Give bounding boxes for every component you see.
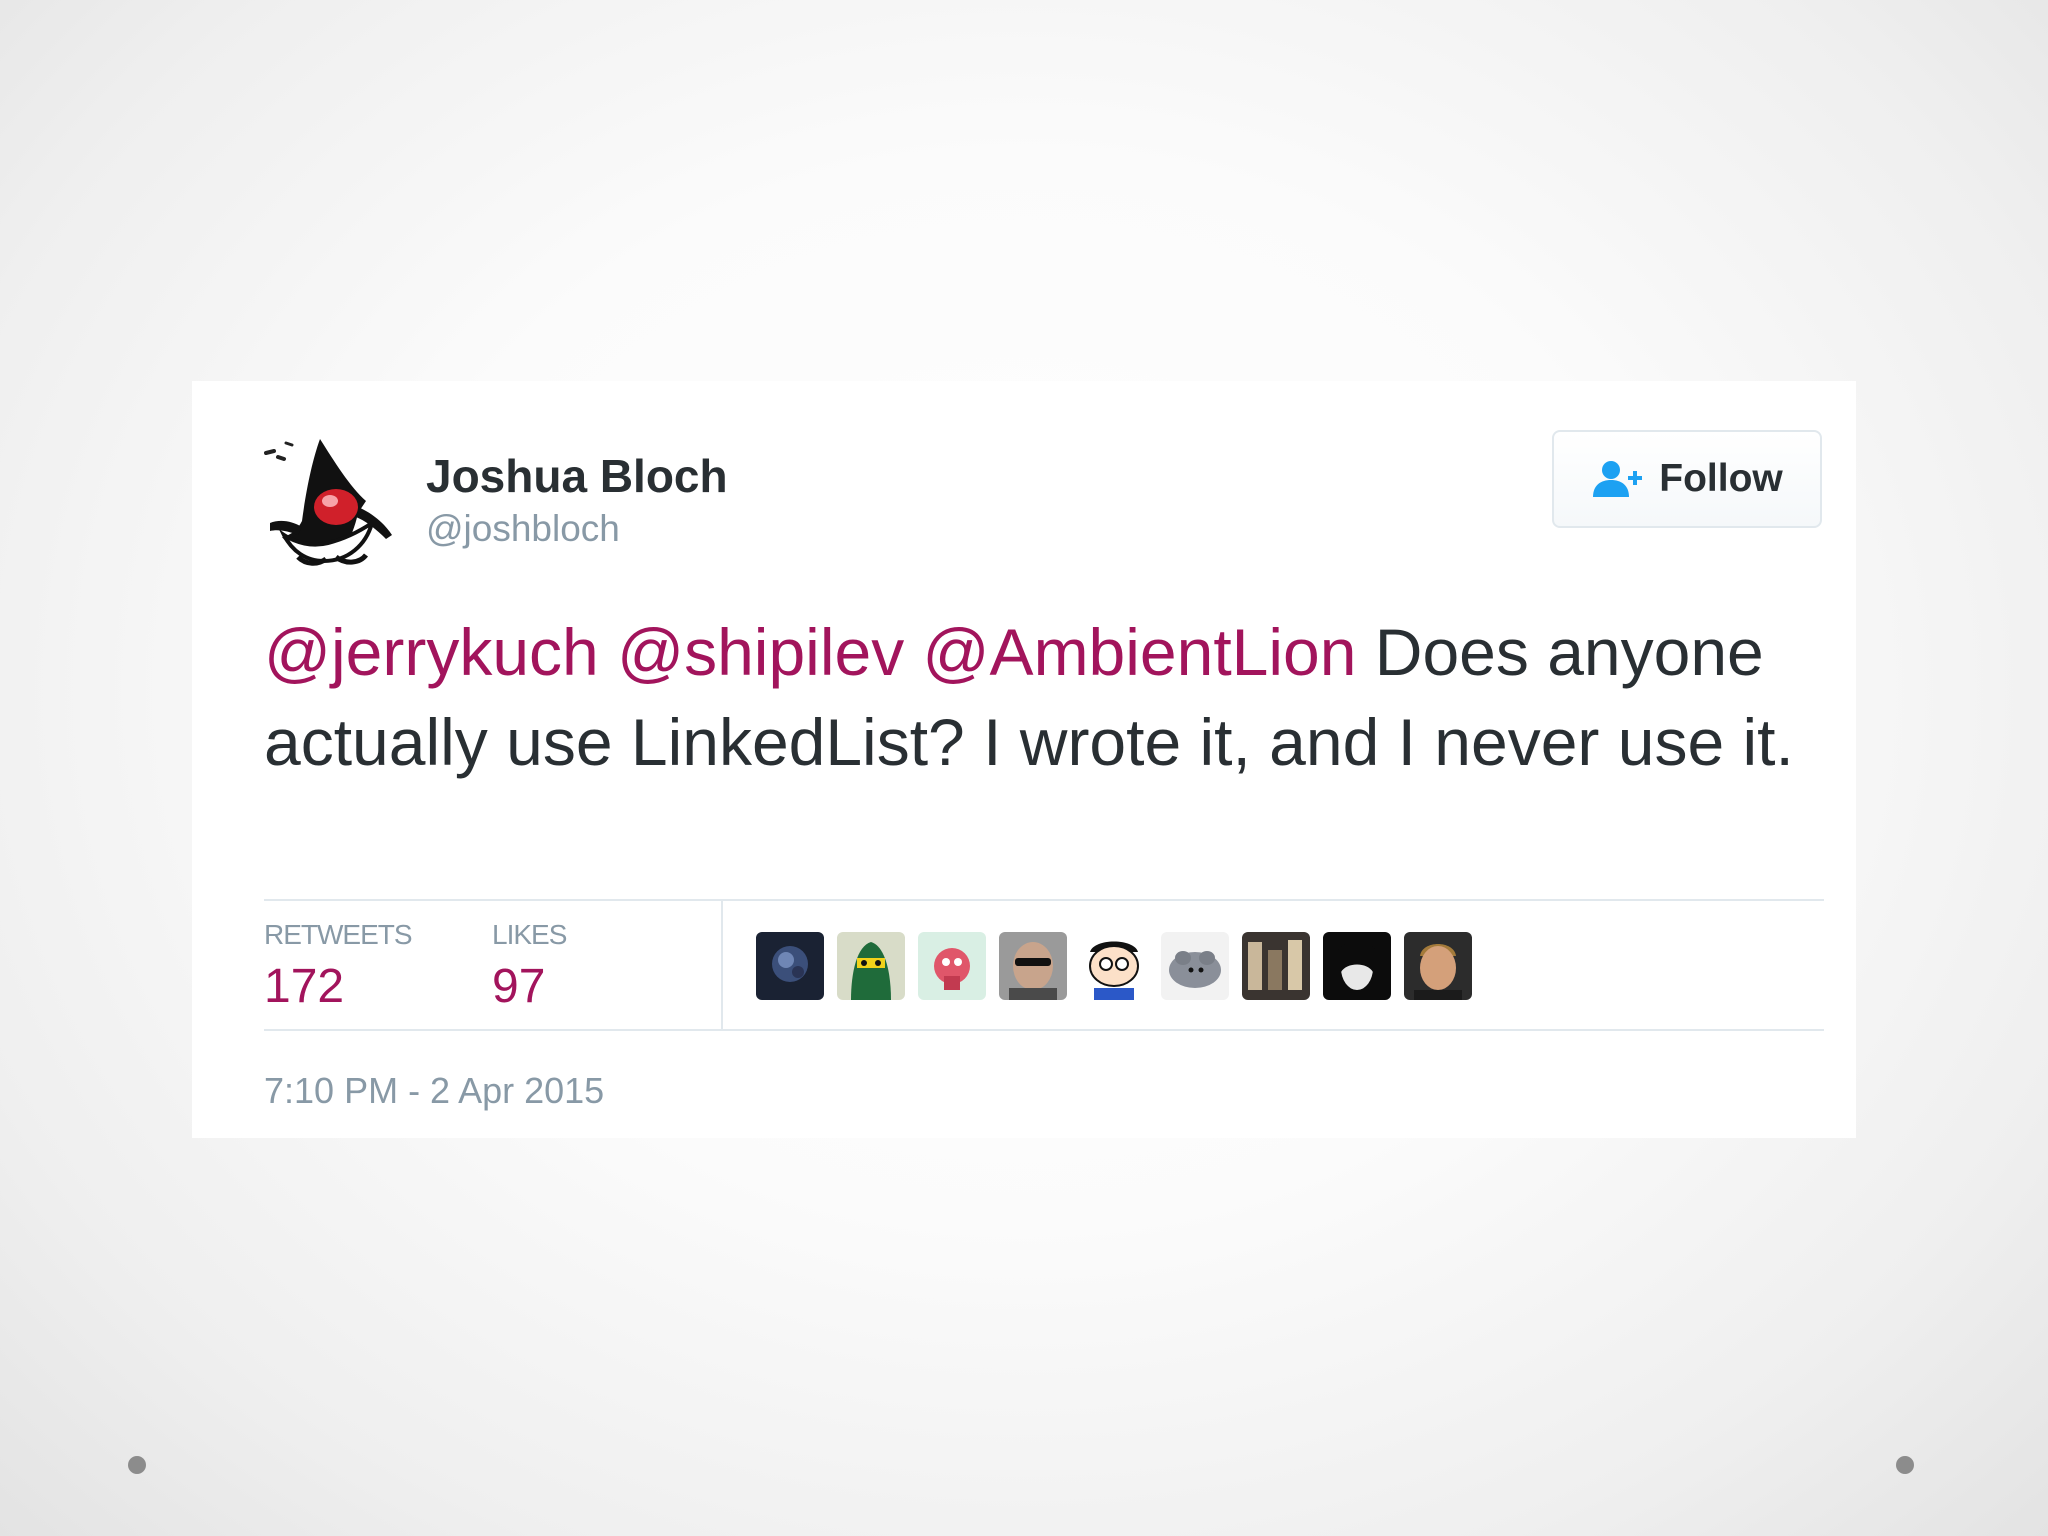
mention-ambientlion[interactable]: @AmbientLion — [923, 615, 1357, 689]
liker-avatar[interactable] — [999, 932, 1067, 1000]
slide-bullet-left — [128, 1456, 146, 1474]
mention-jerrykuch[interactable]: @jerrykuch — [264, 615, 599, 689]
liker-avatar[interactable] — [1404, 932, 1472, 1000]
follow-label: Follow — [1659, 457, 1783, 500]
tweet-card: Joshua Bloch @joshbloch Follow @jerrykuc… — [192, 381, 1856, 1138]
liker-avatar[interactable] — [756, 932, 824, 1000]
likes-stat[interactable]: LIKES 97 — [492, 919, 567, 1014]
mention-shipilev[interactable]: @shipilev — [617, 615, 904, 689]
duke-mascot-icon[interactable] — [262, 431, 398, 567]
liker-avatar[interactable] — [1323, 932, 1391, 1000]
slide-bullet-right — [1896, 1456, 1914, 1474]
author-display-name[interactable]: Joshua Bloch — [426, 449, 728, 503]
follow-button[interactable]: Follow — [1552, 430, 1822, 528]
liker-avatar[interactable] — [837, 932, 905, 1000]
liker-avatar[interactable] — [1242, 932, 1310, 1000]
liker-avatar[interactable] — [1161, 932, 1229, 1000]
author-handle[interactable]: @joshbloch — [426, 508, 620, 550]
likers-avatars — [756, 932, 1472, 1000]
stats-divider-bottom — [264, 1029, 1824, 1031]
tweet-text: @jerrykuch @shipilev @AmbientLion Does a… — [264, 607, 1824, 787]
retweets-label: RETWEETS — [264, 919, 413, 950]
liker-avatar[interactable] — [1080, 932, 1148, 1000]
stats-divider-vertical — [721, 899, 723, 1031]
stats-divider-top — [264, 899, 1824, 901]
tweet-timestamp[interactable]: 7:10 PM - 2 Apr 2015 — [264, 1070, 604, 1112]
retweets-stat[interactable]: RETWEETS 172 — [264, 919, 413, 1014]
add-user-icon — [1591, 459, 1645, 499]
likes-count: 97 — [492, 960, 546, 1013]
retweets-count: 172 — [264, 960, 345, 1013]
likes-label: LIKES — [492, 919, 567, 950]
liker-avatar[interactable] — [918, 932, 986, 1000]
